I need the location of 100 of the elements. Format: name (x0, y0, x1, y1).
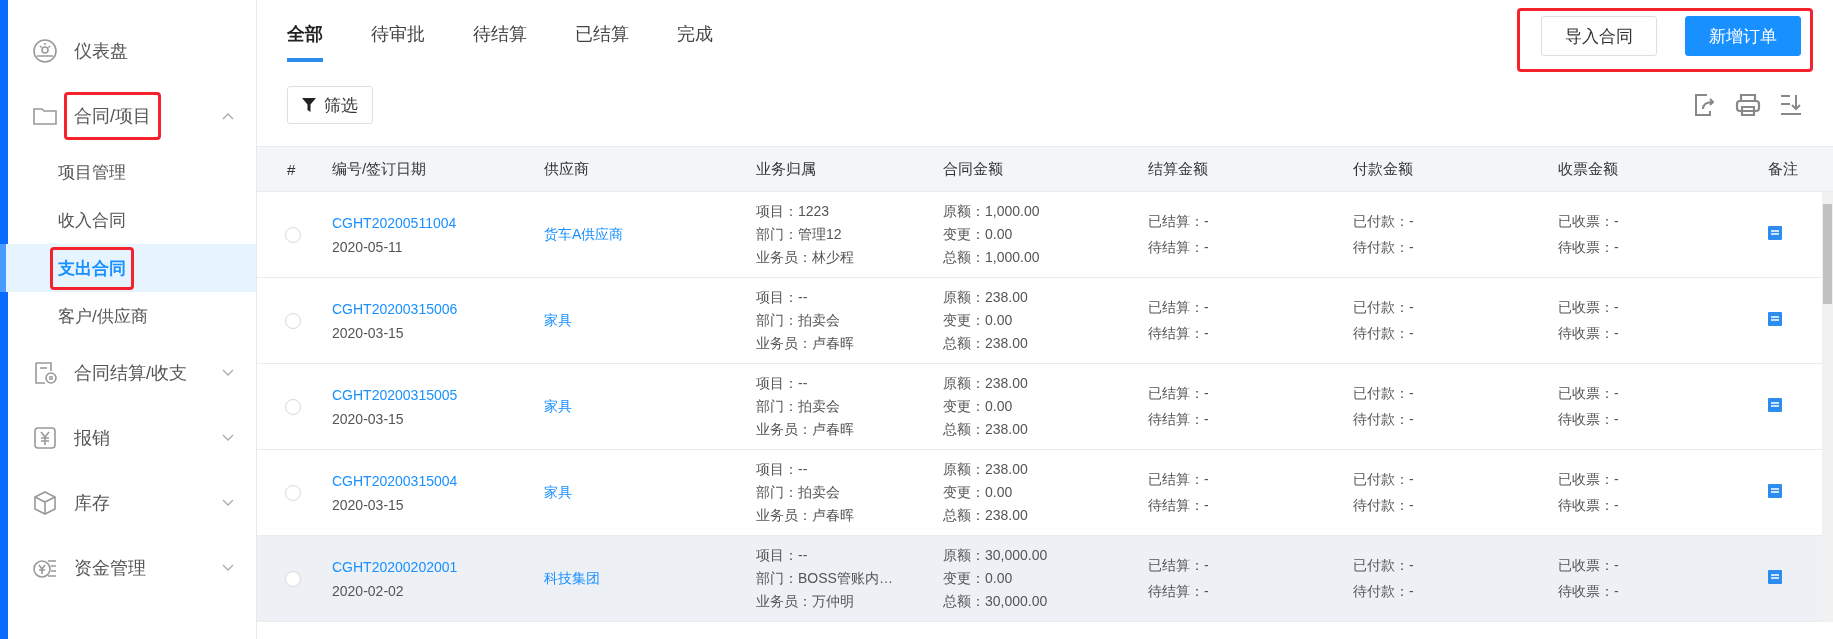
note-icon[interactable] (1768, 569, 1782, 584)
column-header: 付款金额 (1353, 159, 1414, 179)
table-cell-text: 待结算：- (1148, 582, 1210, 601)
tab[interactable]: 已结算 (575, 12, 629, 62)
table-cell-text: 待付款：- (1353, 496, 1415, 515)
tab[interactable]: 全部 (287, 12, 323, 62)
sidebar-subitem[interactable]: 收入合同 (0, 196, 256, 244)
table-cell-text: 原额：30,000.00 (943, 546, 1049, 565)
print-icon[interactable] (1735, 93, 1761, 117)
column-header: 备注 (1768, 159, 1799, 179)
scrollbar[interactable] (1822, 192, 1833, 622)
table-cell-text: 待付款：- (1353, 410, 1415, 429)
table-cell-text: 待收票：- (1558, 410, 1620, 429)
sort-download-icon[interactable] (1779, 93, 1803, 117)
table-cell-text: 项目：-- (756, 288, 809, 307)
table-cell-text: 业务员：卢春晖 (756, 420, 855, 439)
sidebar-subitem-label: 支出合同 (50, 246, 134, 290)
table-cell-text: 原额：238.00 (943, 288, 1029, 307)
chevron-down-icon (222, 433, 234, 442)
tab[interactable]: 完成 (677, 12, 713, 62)
sidebar-item-label: 合同结算/收支 (74, 361, 188, 385)
sign-date: 2020-05-11 (332, 238, 404, 255)
table-cell-text: 业务员：卢春晖 (756, 506, 855, 525)
sign-date: 2020-03-15 (332, 324, 405, 341)
table-cell-text: 已收票：- (1558, 212, 1620, 231)
table-cell-text: 原额：238.00 (943, 374, 1029, 393)
table-cell-text: 项目：-- (756, 546, 809, 565)
sidebar-item-label: 报销 (74, 426, 111, 450)
table-cell-text: 待付款：- (1353, 238, 1415, 257)
sidebar-item[interactable]: 合同结算/收支 (8, 340, 256, 405)
secondary-button[interactable]: 导入合同 (1541, 16, 1657, 56)
table-cell-text: 总额：1,000.00 (943, 248, 1041, 267)
table-cell-text: 已收票：- (1558, 470, 1620, 489)
table-cell-text: 已结算：- (1148, 298, 1210, 317)
sidebar-subitem[interactable]: 项目管理 (0, 148, 256, 196)
sidebar-subitem-label: 收入合同 (58, 209, 126, 232)
table-cell-text: 项目：-- (756, 374, 809, 393)
sidebar-item[interactable]: 仪表盘 (8, 18, 256, 83)
table-cell-text: 总额：30,000.00 (943, 592, 1049, 611)
row-radio[interactable] (285, 312, 301, 329)
chevron-down-icon (222, 368, 234, 377)
table-cell-text: 已结算：- (1148, 212, 1210, 231)
row-radio[interactable] (285, 398, 301, 415)
sidebar-subitem[interactable]: 客户/供应商 (0, 292, 256, 340)
note-icon[interactable] (1768, 225, 1782, 240)
column-header: 合同金额 (943, 159, 1004, 179)
table-cell-text: 总额：238.00 (943, 420, 1029, 439)
tab[interactable]: 待审批 (371, 12, 425, 62)
sidebar-item-label: 仪表盘 (74, 39, 129, 63)
table-row[interactable]: CGHT20200202001 2020-02-02 科技集团 项目：-- 部门：BOSS管账内… 业务员：万仲明 原额：30,000.00 变更：0.00 总额：30,000.00 已结算：- 待结算：- 已付款：- 待付款：- 已收票：- 待收票：- (257, 536, 1822, 622)
table-cell-text: 变更：0.00 (943, 225, 1014, 244)
table-cell-text: 业务员：万仲明 (756, 592, 855, 611)
table-cell-text: 部门：管理12 (756, 225, 843, 244)
table-cell-text: 业务员：林少程 (756, 248, 855, 267)
table-cell-text: 项目：-- (756, 460, 809, 479)
sidebar-subitem-label: 客户/供应商 (58, 305, 148, 328)
table-cell-text: 部门：拍卖会 (756, 483, 841, 502)
chevron-up-icon (222, 111, 234, 120)
filter-button[interactable]: 筛选 (287, 86, 373, 124)
sidebar-item[interactable]: 报销 (8, 405, 256, 470)
tab[interactable]: 待结算 (473, 12, 527, 62)
column-header: 编号/签订日期 (332, 159, 428, 179)
table-cell-text: 业务员：卢春晖 (756, 334, 855, 353)
gauge-icon (32, 37, 58, 64)
sidebar-item[interactable]: 资金管理 (8, 535, 256, 600)
row-radio[interactable] (285, 226, 301, 243)
table-cell-text: 已付款：- (1353, 470, 1415, 489)
export-icon[interactable] (1693, 93, 1717, 117)
note-icon[interactable] (1768, 397, 1782, 412)
table-cell-text: 已付款：- (1353, 384, 1415, 403)
table-cell-text: 部门：拍卖会 (756, 397, 841, 416)
table-cell-text: 待结算：- (1148, 238, 1210, 257)
chevron-down-icon (222, 563, 234, 572)
table-cell-text: 变更：0.00 (943, 569, 1014, 588)
column-header: 收票金额 (1558, 159, 1619, 179)
table-cell-text: 待结算：- (1148, 324, 1210, 343)
sidebar-item[interactable]: 库存 (8, 470, 256, 535)
cube-icon (32, 489, 58, 516)
note-icon[interactable] (1768, 311, 1782, 326)
document-exchange-icon (32, 359, 58, 386)
table-cell-text: 待收票：- (1558, 496, 1620, 515)
table-cell-text: 已收票：- (1558, 298, 1620, 317)
table-cell-text: 总额：238.00 (943, 506, 1029, 525)
table-cell-text: 待收票：- (1558, 582, 1620, 601)
row-radio[interactable] (285, 570, 301, 587)
scrollbar-thumb[interactable] (1823, 204, 1832, 304)
sidebar-item-label: 合同/项目 (64, 91, 161, 140)
row-radio[interactable] (285, 484, 301, 501)
sign-date: 2020-03-15 (332, 496, 405, 513)
table-cell-text: 待收票：- (1558, 324, 1620, 343)
table-cell-text: 变更：0.00 (943, 397, 1014, 416)
note-icon[interactable] (1768, 483, 1782, 498)
table-cell-text: 已付款：- (1353, 298, 1415, 317)
table-cell-text: 待收票：- (1558, 238, 1620, 257)
column-header: 业务归属 (756, 159, 817, 179)
table-cell-text: 部门：BOSS管账内… (756, 569, 894, 588)
column-header: # (286, 160, 297, 178)
sidebar-item[interactable]: 合同/项目 (8, 83, 256, 148)
table-cell-text: 待付款：- (1353, 582, 1415, 601)
sidebar-item-label: 资金管理 (74, 556, 147, 580)
